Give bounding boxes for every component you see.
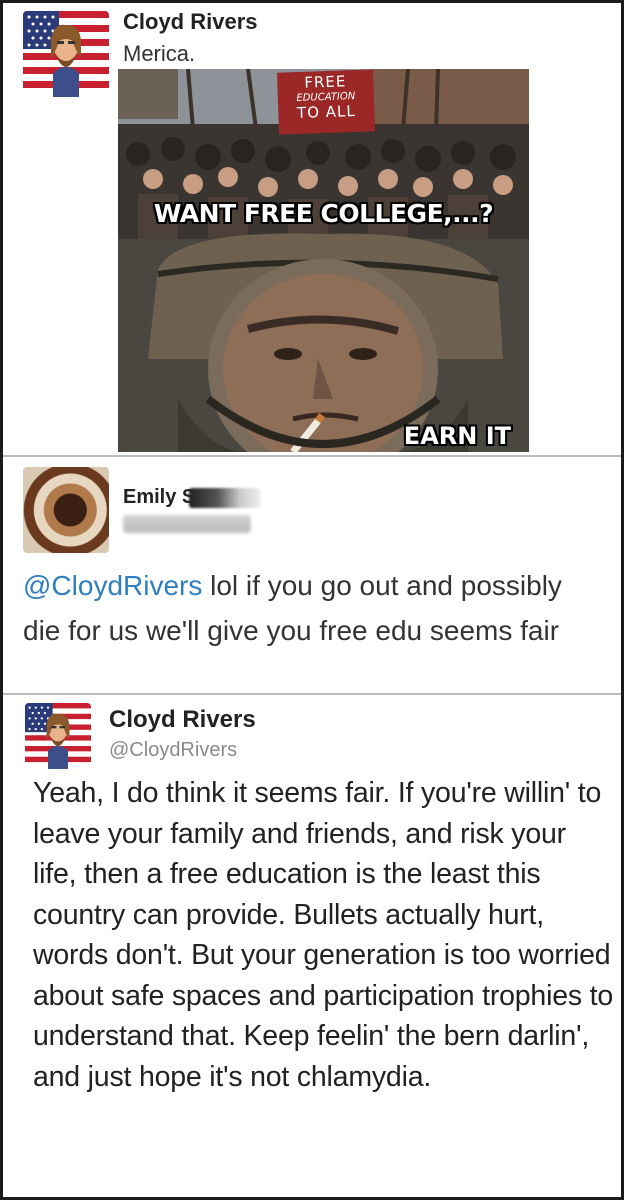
- cloyd-avatar[interactable]: [25, 703, 91, 769]
- tweet-divider: [3, 693, 621, 695]
- meme-caption-top: WANT FREE COLLEGE,...?: [153, 199, 494, 228]
- author-name[interactable]: Emily S: [123, 486, 195, 509]
- cloyd-avatar[interactable]: [23, 11, 109, 97]
- american-flag-bearded-man-icon: [25, 703, 91, 769]
- redacted-handle: [123, 515, 251, 533]
- redacted-surname: [189, 488, 261, 508]
- mention-link[interactable]: @CloydRivers: [23, 570, 202, 601]
- american-flag-bearded-man-icon: [23, 11, 109, 97]
- emily-avatar[interactable]: [23, 467, 109, 553]
- banner-line-3: TO ALL: [296, 101, 357, 123]
- tweet-text: Yeah, I do think it seems fair. If you'r…: [33, 777, 613, 1093]
- free-education-banner: FREE EDUCATION TO ALL: [276, 69, 376, 135]
- tweet-divider: [3, 455, 621, 457]
- tweet-text: Merica.: [123, 41, 196, 66]
- author-name[interactable]: Cloyd Rivers: [123, 9, 258, 35]
- meme-caption-bottom: EARN IT: [403, 422, 511, 450]
- screenshot-frame: Cloyd Rivers Merica. FREE EDUCATION TO A…: [3, 3, 621, 1197]
- tweet-text: @CloydRivers lol if you go out and possi…: [23, 563, 603, 653]
- meme-image[interactable]: FREE EDUCATION TO ALL WANT FREE COLLEGE,…: [118, 69, 529, 452]
- author-name[interactable]: Cloyd Rivers: [109, 706, 256, 734]
- author-handle[interactable]: @CloydRivers: [109, 739, 237, 762]
